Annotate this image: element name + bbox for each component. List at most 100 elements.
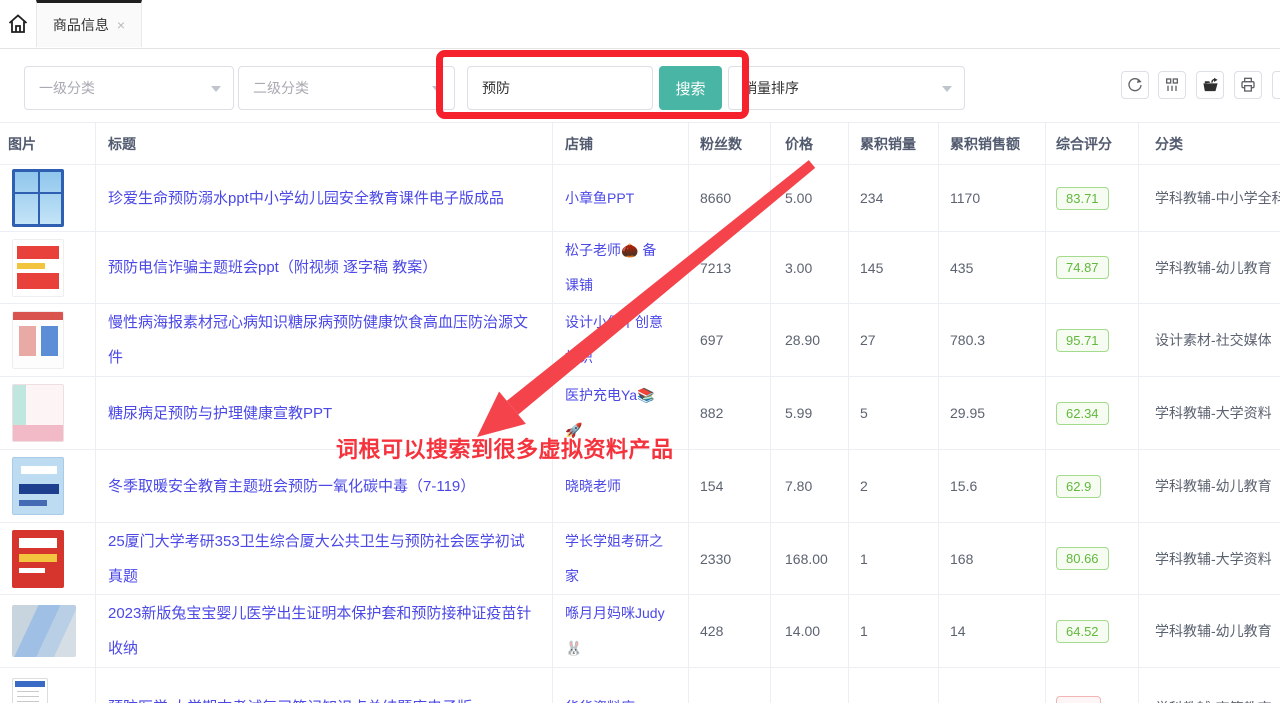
fans-count: 7213 — [700, 232, 762, 303]
print-button[interactable] — [1234, 71, 1262, 99]
column-header: 累积销售额 — [950, 123, 1020, 164]
shop-link[interactable]: 松子老师🌰 备课铺 — [565, 233, 670, 303]
fans-count: 882 — [700, 377, 762, 449]
fans-count: 8660 — [700, 165, 762, 231]
fans-count: 154 — [700, 450, 762, 522]
column-header: 价格 — [785, 123, 813, 164]
category-text: 学科教辅-大学资料 — [1155, 523, 1280, 594]
shop-link[interactable]: 设计小保丨创意标识 — [565, 305, 670, 375]
column-header: 综合评分 — [1056, 123, 1112, 164]
category-text: 设计素材-社交媒体 — [1155, 304, 1280, 376]
sales-count: 0 — [860, 668, 930, 703]
revenue-value: 1170 — [950, 165, 1035, 231]
fans-count: 428 — [700, 595, 762, 667]
price-value: 14.00 — [785, 595, 843, 667]
column-header: 图片 — [8, 123, 36, 164]
column-settings-button[interactable] — [1158, 71, 1186, 99]
product-title-link[interactable]: 慢性病海报素材冠心病知识糖尿病预防健康饮食高血压防治源文件 — [108, 305, 536, 375]
home-icon — [6, 12, 30, 36]
print-icon — [1240, 77, 1256, 93]
price-value: 168.00 — [785, 523, 843, 594]
shop-link[interactable]: 晓晓老师 — [565, 469, 621, 504]
product-thumbnail[interactable] — [12, 311, 64, 369]
price-value: 7.80 — [785, 450, 843, 522]
table-row: 预防医学 大学期末考试复习笔记知识点总结题库电子版 华华资料库 2527 2.8… — [0, 668, 1280, 703]
shop-link[interactable]: 医护充电Ya📚 🚀 — [565, 378, 670, 448]
revenue-value: 0 — [950, 668, 1035, 703]
chevron-down-icon — [211, 86, 221, 92]
tab-product-info[interactable]: 商品信息 × — [36, 0, 142, 47]
column-header: 分类 — [1155, 123, 1183, 164]
home-button[interactable] — [0, 0, 36, 48]
search-button[interactable]: 搜索 — [659, 66, 722, 110]
sort-select[interactable]: 销量排序 — [728, 66, 965, 110]
tab-close-icon[interactable]: × — [117, 18, 125, 32]
column-settings-icon — [1164, 77, 1180, 93]
product-title-link[interactable]: 预防电信诈骗主题班会ppt（附视频 逐字稿 教案） — [108, 250, 437, 285]
category2-placeholder: 二级分类 — [253, 78, 309, 98]
price-value: 2.88 — [785, 668, 843, 703]
score-badge: 62.34 — [1056, 402, 1109, 425]
revenue-value: 14 — [950, 595, 1035, 667]
product-title-link[interactable]: 2023新版兔宝宝婴儿医学出生证明本保护套和预防接种证疫苗针收纳 — [108, 596, 536, 666]
product-title-link[interactable]: 预防医学 大学期末考试复习笔记知识点总结题库电子版 — [108, 690, 472, 703]
more-button[interactable] — [1272, 71, 1280, 99]
price-value: 5.00 — [785, 165, 843, 231]
score-badge: 83.71 — [1056, 187, 1109, 210]
table-body: 珍爱生命预防溺水ppt中小学幼儿园安全教育课件电子版成品 小章鱼PPT 8660… — [0, 165, 1280, 703]
refresh-icon — [1127, 77, 1143, 93]
shop-link[interactable]: 学长学姐考研之家 — [565, 524, 670, 594]
refresh-button[interactable] — [1121, 71, 1149, 99]
fans-count: 697 — [700, 304, 762, 376]
table-row: 2023新版兔宝宝婴儿医学出生证明本保护套和预防接种证疫苗针收纳 喺月月妈咪Ju… — [0, 595, 1280, 668]
table-row: 糖尿病足预防与护理健康宣教PPT 医护充电Ya📚 🚀 882 5.99 5 29… — [0, 377, 1280, 450]
tab-bar: 商品信息 × — [0, 0, 1280, 49]
revenue-value: 780.3 — [950, 304, 1035, 376]
sort-value: 销量排序 — [743, 78, 799, 98]
product-thumbnail[interactable] — [12, 239, 64, 297]
product-title-link[interactable]: 珍爱生命预防溺水ppt中小学幼儿园安全教育课件电子版成品 — [108, 181, 504, 216]
product-thumbnail[interactable] — [12, 457, 64, 515]
product-thumbnail[interactable] — [12, 169, 64, 227]
category-text: 学科教辅-高等教育 — [1155, 668, 1280, 703]
fans-count: 2330 — [700, 523, 762, 594]
sales-count: 1 — [860, 523, 930, 594]
sales-count: 234 — [860, 165, 930, 231]
product-thumbnail[interactable] — [12, 384, 64, 442]
export-icon — [1202, 77, 1219, 94]
product-thumbnail[interactable] — [12, 678, 48, 703]
shop-link[interactable]: 小章鱼PPT — [565, 181, 634, 216]
product-title-link[interactable]: 糖尿病足预防与护理健康宣教PPT — [108, 396, 332, 431]
score-badge: 80.66 — [1056, 547, 1109, 570]
shop-link[interactable]: 喺月月妈咪Judy🐰 — [565, 596, 670, 666]
sales-count: 2 — [860, 450, 930, 522]
sales-count: 1 — [860, 595, 930, 667]
tab-label: 商品信息 — [53, 15, 109, 35]
shop-link[interactable]: 华华资料库 — [565, 690, 635, 703]
score-badge: 74.87 — [1056, 256, 1109, 279]
category2-select[interactable]: 二级分类 — [238, 66, 455, 110]
column-header: 标题 — [108, 123, 136, 164]
category-text: 学科教辅-幼儿教育 — [1155, 595, 1280, 667]
product-title-link[interactable]: 25厦门大学考研353卫生综合厦大公共卫生与预防社会医学初试真题 — [108, 524, 536, 594]
revenue-value: 168 — [950, 523, 1035, 594]
product-title-link[interactable]: 冬季取暖安全教育主题班会预防一氧化碳中毒（7-119） — [108, 469, 475, 504]
product-thumbnail[interactable] — [12, 530, 64, 588]
column-header: 粉丝数 — [700, 123, 742, 164]
table-row: 预防电信诈骗主题班会ppt（附视频 逐字稿 教案） 松子老师🌰 备课铺 7213… — [0, 232, 1280, 304]
fans-count: 2527 — [700, 668, 762, 703]
table-row: 慢性病海报素材冠心病知识糖尿病预防健康饮食高血压防治源文件 设计小保丨创意标识 … — [0, 304, 1280, 377]
chevron-down-icon — [942, 86, 952, 92]
export-button[interactable] — [1196, 71, 1224, 99]
category1-select[interactable]: 一级分类 — [24, 66, 234, 110]
search-input[interactable] — [467, 66, 653, 110]
sales-count: 145 — [860, 232, 930, 303]
category-text: 学科教辅-大学资料 — [1155, 377, 1280, 449]
table-header: 图片标题店铺粉丝数价格累积销量累积销售额综合评分分类 — [0, 122, 1280, 165]
category-text: 学科教辅-幼儿教育 — [1155, 450, 1280, 522]
product-thumbnail[interactable] — [12, 605, 76, 657]
table-row: 珍爱生命预防溺水ppt中小学幼儿园安全教育课件电子版成品 小章鱼PPT 8660… — [0, 165, 1280, 232]
revenue-value: 15.6 — [950, 450, 1035, 522]
category-text: 学科教辅-中小学全科 — [1155, 165, 1280, 231]
revenue-value: 435 — [950, 232, 1035, 303]
